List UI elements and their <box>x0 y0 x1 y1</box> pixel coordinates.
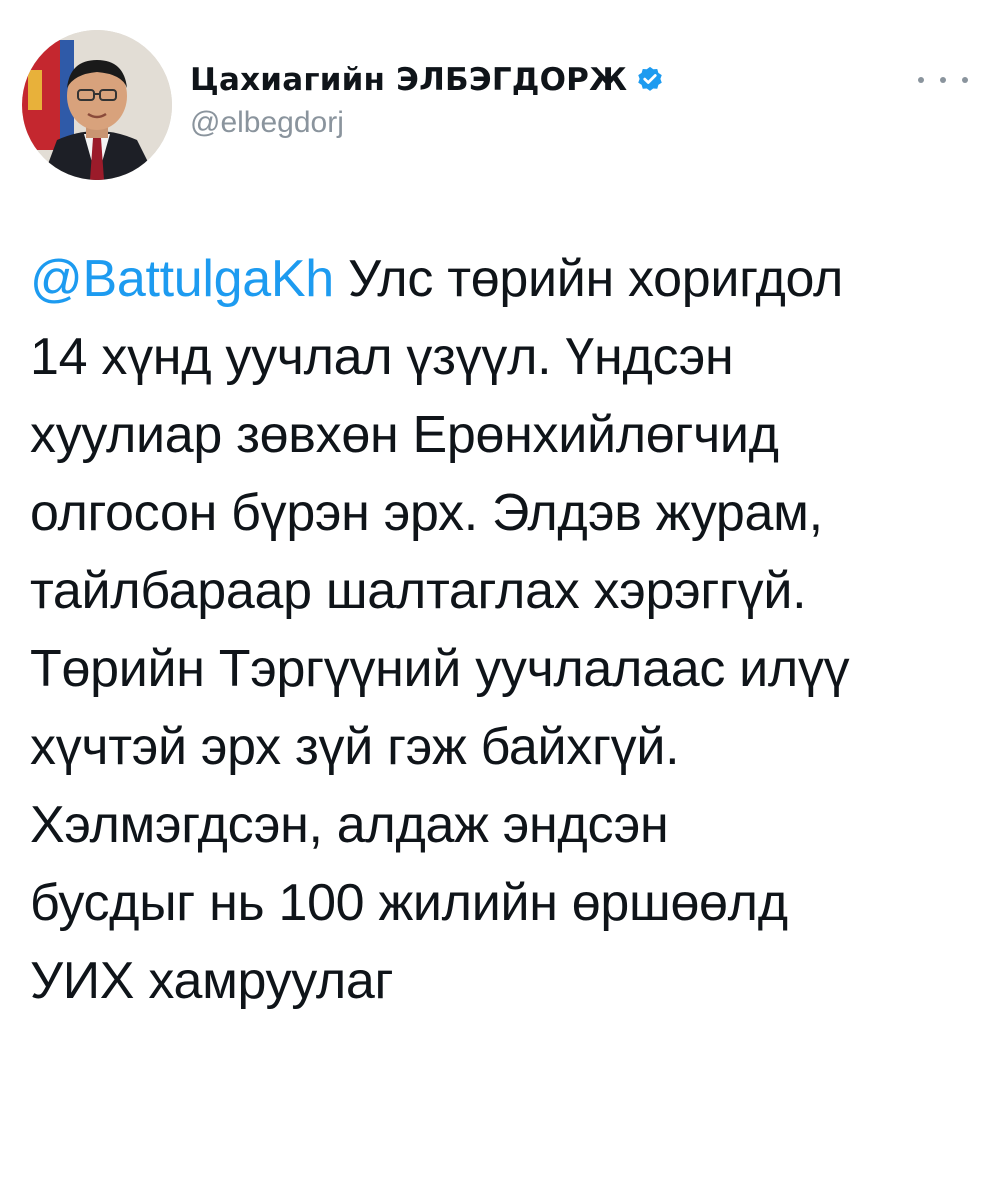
more-dot <box>940 77 946 83</box>
tweet-line: 14 хүнд уучлал үзүүл. Үндсэн <box>30 328 734 386</box>
tweet-line: УИХ хамруулаг <box>30 952 394 1010</box>
tweet-card: Цахиагийн ЭЛБЭГДОРЖ @elbegdorj @Battulga… <box>0 0 1000 1183</box>
tweet-line: Хэлмэгдсэн, алдаж эндсэн <box>30 796 669 854</box>
verified-badge-icon <box>635 65 665 95</box>
tweet-text: @BattulgaKh Улс төрийн хоригдол 14 хүнд … <box>30 240 975 1020</box>
mention-link[interactable]: @BattulgaKh <box>30 250 334 308</box>
author-handle[interactable]: @elbegdorj <box>190 106 665 140</box>
tweet-line: бусдыг нь 100 жилийн өршөөлд <box>30 874 788 932</box>
avatar-photo <box>22 30 172 180</box>
tweet-line: хүчтэй эрх зүй гэж байхгүй. <box>30 718 680 776</box>
more-options-icon[interactable] <box>918 70 968 90</box>
tweet-line: тайлбараар шалтаглах хэрэггүй. <box>30 562 807 620</box>
tweet-line: хуулиар зөвхөн Ерөнхийлөгчид <box>30 406 779 464</box>
tweet-line: олгосон бүрэн эрх. Элдэв журам, <box>30 484 823 542</box>
tweet-line-text: Улс төрийн хоригдол <box>333 250 844 308</box>
display-name-row: Цахиагийн ЭЛБЭГДОРЖ <box>190 58 665 102</box>
tweet-line: @BattulgaKh Улс төрийн хоригдол <box>30 240 975 318</box>
tweet-header: Цахиагийн ЭЛБЭГДОРЖ @elbegdorj <box>22 30 978 180</box>
display-name[interactable]: Цахиагийн ЭЛБЭГДОРЖ <box>190 62 627 98</box>
avatar[interactable] <box>22 30 172 180</box>
more-dot <box>962 77 968 83</box>
more-dot <box>918 77 924 83</box>
tweet-line: Төрийн Тэргүүний уучлалаас илүү <box>30 640 850 698</box>
author-identity[interactable]: Цахиагийн ЭЛБЭГДОРЖ @elbegdorj <box>190 58 665 140</box>
